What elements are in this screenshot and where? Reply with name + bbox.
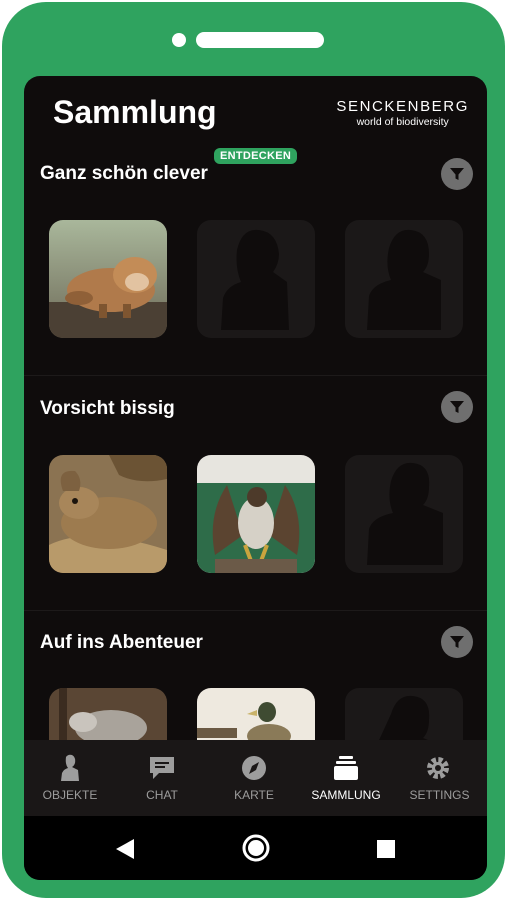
collection-card-otter[interactable] (49, 220, 167, 338)
phone-frame: Sammlung SENCKENBERG world of biodiversi… (2, 2, 505, 898)
locked-card (197, 220, 315, 338)
person-icon (61, 754, 79, 781)
nav-item-karte[interactable]: KARTE (208, 740, 300, 816)
hawk-photo (197, 455, 315, 573)
wolf-photo (49, 688, 167, 740)
entdecken-badge[interactable]: ENTDECKEN (214, 148, 298, 164)
gear-icon (427, 757, 449, 779)
section-title: Vorsicht bissig (40, 398, 175, 419)
nav-label: OBJEKTE (42, 788, 98, 802)
section-ganz-schoen-clever: ENTDECKEN Ganz schön clever (24, 146, 487, 376)
otter-photo (49, 220, 167, 338)
locked-card (345, 688, 463, 740)
camera-dot (172, 33, 186, 47)
header: Sammlung SENCKENBERG world of biodiversi… (24, 76, 487, 146)
filter-button[interactable] (441, 626, 473, 658)
section-divider (24, 375, 487, 376)
collection-icon (334, 756, 358, 780)
app-screen: Sammlung SENCKENBERG world of biodiversi… (24, 76, 487, 880)
recents-icon[interactable] (376, 839, 396, 859)
locked-card (345, 220, 463, 338)
nav-item-settings[interactable]: SETTINGS (392, 740, 487, 816)
page-title: Sammlung (53, 94, 217, 130)
silhouette-placeholder-icon (367, 229, 441, 330)
section-title: Auf ins Abenteuer (40, 632, 203, 653)
collection-card-hawk[interactable] (197, 455, 315, 573)
logo-sub-text: world of biodiversity (356, 116, 449, 128)
locked-card (345, 455, 463, 573)
system-navigation-bar (24, 816, 487, 880)
back-icon[interactable] (114, 838, 136, 860)
section-auf-ins-abenteuer: Auf ins Abenteuer (24, 616, 487, 740)
silhouette-placeholder-icon (379, 695, 430, 740)
senckenberg-logo: SENCKENBERG world of biodiversity (336, 98, 469, 128)
nav-label: SETTINGS (409, 788, 470, 802)
bottom-navigation: OBJEKTE CHAT KARTE SAMMLUNG SETTINGS (24, 740, 487, 816)
section-vorsicht-bissig: Vorsicht bissig (24, 381, 487, 611)
filter-icon (450, 401, 464, 413)
silhouette-placeholder-icon (221, 229, 289, 330)
collection-card-duck[interactable] (197, 688, 315, 740)
speaker-grill (196, 32, 324, 48)
nav-item-sammlung[interactable]: SAMMLUNG (300, 740, 392, 816)
collection-card-wolf[interactable] (49, 688, 167, 740)
section-divider (24, 610, 487, 611)
nav-item-objekte[interactable]: OBJEKTE (24, 740, 116, 816)
collection-card-hare[interactable] (49, 455, 167, 573)
silhouette-placeholder-icon (367, 462, 443, 565)
filter-icon (450, 636, 464, 648)
hare-photo (49, 455, 167, 573)
chat-icon (150, 757, 174, 779)
compass-icon (242, 756, 266, 780)
duck-photo (197, 688, 315, 740)
filter-button[interactable] (441, 158, 473, 190)
nav-label: KARTE (234, 788, 274, 802)
nav-label: CHAT (146, 788, 178, 802)
filter-button[interactable] (441, 391, 473, 423)
nav-label: SAMMLUNG (311, 788, 381, 802)
logo-main-text: SENCKENBERG (336, 98, 469, 115)
home-icon[interactable] (242, 834, 270, 862)
filter-icon (450, 168, 464, 180)
section-title: Ganz schön clever (40, 163, 208, 184)
nav-item-chat[interactable]: CHAT (116, 740, 208, 816)
